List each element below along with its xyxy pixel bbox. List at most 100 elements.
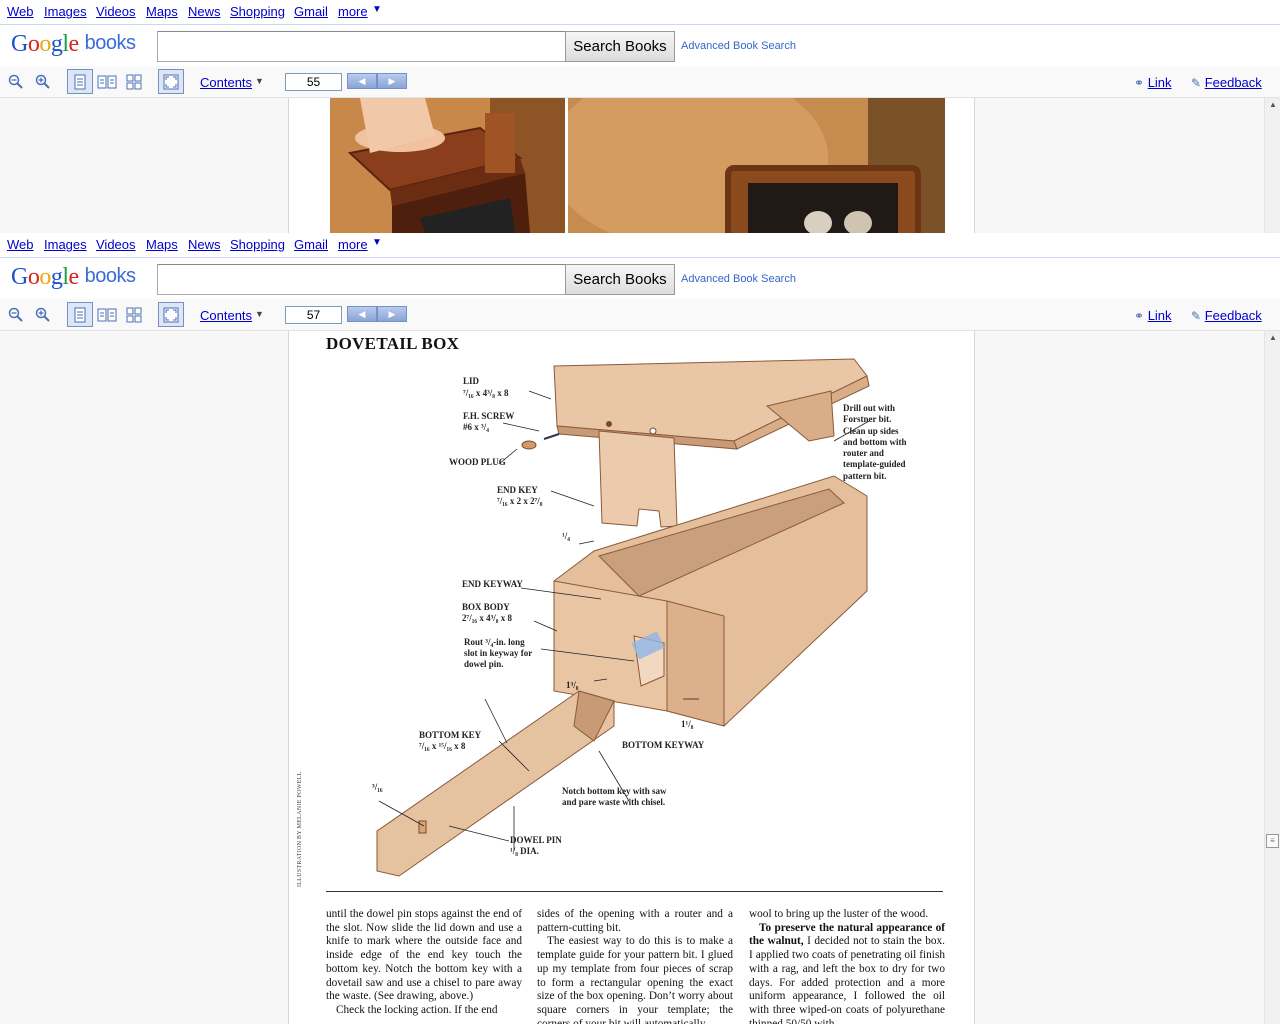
page-viewer[interactable]: DOVETAIL BOX LID ⁷/₁₆ x 4³/₈ x 8 F.H. SC…: [0, 331, 1280, 1024]
label-box-body-dim: 2⁷/₁₆ x 4³/₈ x 8: [462, 613, 512, 623]
label-lid-dim: ⁷/₁₆ x 4³/₈ x 8: [463, 388, 509, 398]
label-wood-plug: WOOD PLUG: [449, 457, 506, 467]
thumbnail-view-icon[interactable]: [121, 302, 147, 327]
book-page: DOVETAIL BOX LID ⁷/₁₆ x 4³/₈ x 8 F.H. SC…: [288, 331, 975, 1024]
nav-gmail[interactable]: Gmail: [294, 237, 328, 252]
book-viewer-frame-2: Web Images Videos Maps News Shopping Gma…: [0, 233, 1280, 1024]
page-number-input[interactable]: [285, 306, 342, 324]
page-number-input[interactable]: [285, 73, 342, 91]
text-column-3: wool to bring up the luster of the wood.…: [749, 908, 945, 1024]
book-viewer-frame-1: Web Images Videos Maps News Shopping Gma…: [0, 0, 1280, 233]
nav-news[interactable]: News: [188, 237, 221, 252]
feedback-button[interactable]: ✎ Feedback: [1191, 308, 1262, 323]
scroll-up-arrow-icon[interactable]: ▲: [1269, 100, 1277, 109]
label-rout-3: dowel pin.: [464, 659, 504, 669]
label-notch-2: and pare waste with chisel.: [562, 797, 665, 807]
page-viewer[interactable]: ▲: [0, 98, 1280, 233]
feedback-label[interactable]: Feedback: [1205, 308, 1262, 323]
google-books-logo[interactable]: Google books: [11, 264, 136, 291]
single-page-view-icon[interactable]: [67, 302, 93, 327]
nav-maps[interactable]: Maps: [146, 4, 178, 19]
search-input[interactable]: [157, 264, 566, 295]
label-bottom-key: BOTTOM KEY: [419, 730, 482, 740]
nav-news[interactable]: News: [188, 4, 221, 19]
nav-maps[interactable]: Maps: [146, 237, 178, 252]
chevron-down-icon[interactable]: ▼: [372, 4, 382, 15]
fullscreen-icon[interactable]: [158, 302, 184, 327]
link-label[interactable]: Link: [1148, 75, 1172, 90]
previous-page-icon[interactable]: ◀: [347, 73, 377, 89]
contents-dropdown[interactable]: Contents: [200, 75, 252, 90]
label-rout-1: Rout ³/₄-in. long: [464, 637, 525, 647]
chain-link-icon: ⚭: [1134, 76, 1145, 90]
col3-body: I decided not to stain the box. I applie…: [749, 935, 946, 1024]
scroll-thumb[interactable]: ≡: [1266, 834, 1279, 848]
zoom-out-icon[interactable]: [3, 69, 29, 94]
nav-shopping[interactable]: Shopping: [230, 4, 285, 19]
nav-videos[interactable]: Videos: [96, 4, 136, 19]
label-drill-5: router and: [843, 448, 884, 458]
link-button[interactable]: ⚭ Link: [1134, 75, 1172, 90]
thumbnail-view-icon[interactable]: [121, 69, 147, 94]
nav-gmail[interactable]: Gmail: [294, 4, 328, 19]
scroll-up-arrow-icon[interactable]: ▲: [1269, 333, 1277, 342]
advanced-book-search-link[interactable]: Advanced Book Search: [681, 273, 796, 285]
single-page-view-icon[interactable]: [67, 69, 93, 94]
label-lid: LID: [463, 376, 480, 386]
fullscreen-icon[interactable]: [158, 69, 184, 94]
label-bottom-key-dim: ⁷/₁₆ x ¹⁵/₁₆ x 8: [419, 741, 466, 751]
search-books-button[interactable]: Search Books: [565, 31, 675, 62]
nav-web[interactable]: Web: [7, 4, 34, 19]
previous-page-icon[interactable]: ◀: [347, 306, 377, 322]
nav-web[interactable]: Web: [7, 237, 34, 252]
text-column-1: until the dowel pin stops against the en…: [326, 908, 522, 1018]
feedback-button[interactable]: ✎ Feedback: [1191, 75, 1262, 90]
top-navigation: Web Images Videos Maps News Shopping Gma…: [0, 0, 1280, 25]
nav-more[interactable]: more: [338, 4, 368, 19]
feedback-pencil-icon: ✎: [1191, 309, 1202, 323]
col2-paragraph-a: sides of the opening with a router and a…: [537, 908, 733, 934]
next-page-icon[interactable]: ▶: [377, 73, 407, 89]
label-rout-2: slot in keyway for: [464, 648, 532, 658]
contents-dropdown[interactable]: Contents: [200, 308, 252, 323]
vertical-scrollbar[interactable]: ▲ ≡: [1264, 331, 1280, 1024]
link-button[interactable]: ⚭ Link: [1134, 308, 1172, 323]
nav-images[interactable]: Images: [44, 237, 87, 252]
search-bar: Google books Search Books Advanced Book S…: [0, 25, 1280, 66]
book-page: [288, 98, 975, 233]
label-drill-6: template-guided: [843, 459, 906, 469]
nav-videos[interactable]: Videos: [96, 237, 136, 252]
label-dowel-pin: DOWEL PIN: [510, 835, 562, 845]
photo-hand-lifting-lid: [330, 98, 565, 233]
label-quarter: ¹/₄: [562, 531, 570, 541]
search-bar: Google books Search Books Advanced Book S…: [0, 258, 1280, 299]
feedback-label[interactable]: Feedback: [1205, 75, 1262, 90]
two-page-view-icon[interactable]: [94, 69, 120, 94]
next-page-icon[interactable]: ▶: [377, 306, 407, 322]
label-drill-2: Forstner bit.: [843, 414, 891, 424]
link-label[interactable]: Link: [1148, 308, 1172, 323]
zoom-in-icon[interactable]: [30, 69, 56, 94]
search-input[interactable]: [157, 31, 566, 62]
chevron-down-icon[interactable]: ▼: [255, 309, 264, 319]
col3-paragraph-b: To preserve the natural appearance of th…: [749, 922, 945, 1024]
nav-shopping[interactable]: Shopping: [230, 237, 285, 252]
top-navigation: Web Images Videos Maps News Shopping Gma…: [0, 233, 1280, 258]
vertical-scrollbar[interactable]: ▲: [1264, 98, 1280, 233]
nav-images[interactable]: Images: [44, 4, 87, 19]
label-dim-138: 1³/₈: [566, 680, 579, 690]
viewer-toolbar: Contents ▼ ◀ ▶ ⚭ Link ✎ Feedback: [0, 299, 1280, 331]
illustration-credit: ILLUSTRATION BY MELANIE POWELL: [297, 771, 303, 887]
google-books-logo[interactable]: Google books: [11, 31, 136, 58]
nav-more[interactable]: more: [338, 237, 368, 252]
zoom-in-icon[interactable]: [30, 302, 56, 327]
two-page-view-icon[interactable]: [94, 302, 120, 327]
zoom-out-icon[interactable]: [3, 302, 29, 327]
chevron-down-icon[interactable]: ▼: [372, 237, 382, 248]
photo-picture-frame: [568, 98, 945, 233]
chevron-down-icon[interactable]: ▼: [255, 76, 264, 86]
advanced-book-search-link[interactable]: Advanced Book Search: [681, 40, 796, 52]
label-dim-316: ³/₁₆: [372, 782, 383, 792]
label-bottom-keyway: BOTTOM KEYWAY: [622, 740, 705, 750]
search-books-button[interactable]: Search Books: [565, 264, 675, 295]
